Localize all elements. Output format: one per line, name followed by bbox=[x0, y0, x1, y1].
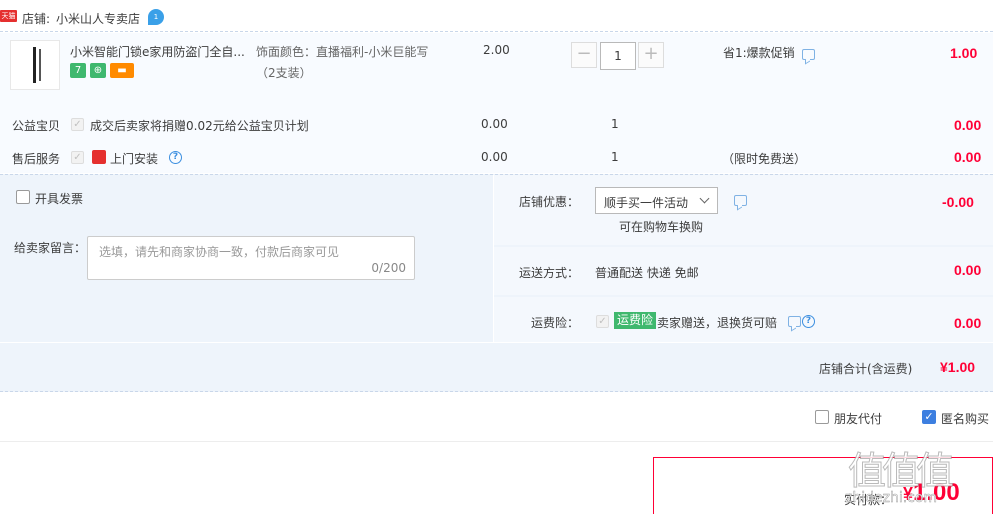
guarantee-icon: ⊕ bbox=[90, 63, 106, 78]
shop-total-label: 店铺合计(含运费) bbox=[819, 362, 913, 376]
shipping-label: 运送方式： bbox=[519, 266, 580, 280]
shop-total-amount: ¥1.00 bbox=[940, 359, 976, 375]
invoice-label[interactable]: 开具发票 bbox=[35, 190, 83, 207]
anonymous-checkbox[interactable]: ✓ bbox=[922, 410, 936, 424]
friend-pay-label[interactable]: 朋友代付 bbox=[834, 410, 882, 427]
service-note: （限时免费送） bbox=[722, 152, 807, 166]
sku-line-2: （2支装） bbox=[256, 66, 312, 80]
quantity-increase-button[interactable]: + bbox=[638, 42, 664, 68]
chevron-down-icon bbox=[699, 193, 710, 204]
charity-checkbox: ✓ bbox=[71, 118, 84, 131]
charity-label: 公益宝贝 bbox=[12, 119, 61, 133]
install-service-icon bbox=[92, 150, 106, 164]
seller-message-counter: 0/200 bbox=[371, 261, 406, 275]
shop-discount-amount: -0.00 bbox=[942, 194, 974, 210]
shop-discount-selected: 顺手买一件活动 bbox=[604, 196, 689, 210]
friend-pay-checkbox[interactable] bbox=[815, 410, 829, 424]
charity-qty: 1 bbox=[611, 117, 619, 131]
shop-name-link[interactable]: 小米山人专卖店 bbox=[56, 10, 140, 27]
divider bbox=[0, 441, 993, 442]
total-divider bbox=[0, 342, 993, 343]
shop-discount-hint: 可在购物车换购 bbox=[619, 220, 704, 234]
freight-insurance-checkbox: ✓ bbox=[596, 315, 609, 328]
promo-comment-icon[interactable] bbox=[802, 49, 815, 60]
freight-insurance-badge: 运费险 bbox=[614, 312, 657, 329]
service-price: 0.00 bbox=[481, 150, 508, 164]
unit-price: 2.00 bbox=[483, 43, 510, 57]
charity-text: 成交后卖家将捐赠0.02元给公益宝贝计划 bbox=[90, 119, 309, 133]
tmall-badge: 天猫 bbox=[0, 10, 17, 22]
discount-comment-icon[interactable] bbox=[734, 195, 747, 206]
shop-label: 店铺: bbox=[22, 12, 51, 26]
service-text: 上门安装 bbox=[110, 152, 159, 166]
service-checkbox: ✓ bbox=[71, 151, 84, 164]
watermark-site: zhidezhi.com bbox=[845, 490, 938, 507]
service-subtotal: 0.00 bbox=[954, 149, 982, 165]
product-thumbnail[interactable] bbox=[10, 40, 60, 90]
help-icon[interactable]: ? bbox=[169, 151, 182, 164]
product-title-link[interactable]: 小米智能门锁e家用防盗门全自... bbox=[70, 43, 245, 60]
quantity-input[interactable]: 1 bbox=[600, 42, 636, 70]
shipping-value: 普通配送 快递 免邮 bbox=[595, 266, 699, 280]
seller-message-label: 给卖家留言： bbox=[14, 241, 87, 255]
seller-message-input[interactable]: 选填，请先和商家协商一致，付款后商家可见 0/200 bbox=[87, 236, 415, 280]
service-qty: 1 bbox=[611, 150, 619, 164]
watermark-logo: 值值值 bbox=[847, 449, 954, 494]
anonymous-label[interactable]: 匿名购买 bbox=[941, 410, 989, 427]
shipping-amount: 0.00 bbox=[954, 262, 982, 278]
shop-discount-row bbox=[494, 175, 993, 245]
charity-subtotal: 0.00 bbox=[954, 117, 982, 133]
item-subtotal: 1.00 bbox=[950, 45, 978, 61]
charity-price: 0.00 bbox=[481, 117, 508, 131]
freight-insurance-label: 运费险： bbox=[531, 316, 580, 330]
seven-day-return-icon: 7 bbox=[70, 63, 86, 78]
shop-discount-select[interactable]: 顺手买一件活动 bbox=[595, 187, 718, 214]
insurance-help-icon[interactable]: ? bbox=[802, 315, 815, 328]
sku-line-1: 饰面颜色：直播福利-小米巨能写 bbox=[256, 45, 429, 59]
freight-insurance-amount: 0.00 bbox=[954, 315, 982, 331]
credit-card-icon: ▬ bbox=[110, 63, 134, 78]
seller-message-placeholder: 选填，请先和商家协商一致，付款后商家可见 bbox=[99, 245, 340, 259]
invoice-checkbox[interactable] bbox=[16, 190, 30, 204]
insurance-comment-icon[interactable] bbox=[788, 316, 801, 327]
quantity-decrease-button[interactable]: − bbox=[571, 42, 597, 68]
service-label: 售后服务 bbox=[12, 152, 61, 166]
wangwang-chat-icon[interactable]: 1 bbox=[148, 9, 164, 25]
promo-text: 省1:爆款促销 bbox=[723, 46, 795, 60]
freight-insurance-text: 卖家赠送，退换货可赔 bbox=[657, 316, 778, 330]
panel-divider bbox=[493, 175, 494, 342]
shop-discount-label: 店铺优惠： bbox=[519, 195, 580, 209]
